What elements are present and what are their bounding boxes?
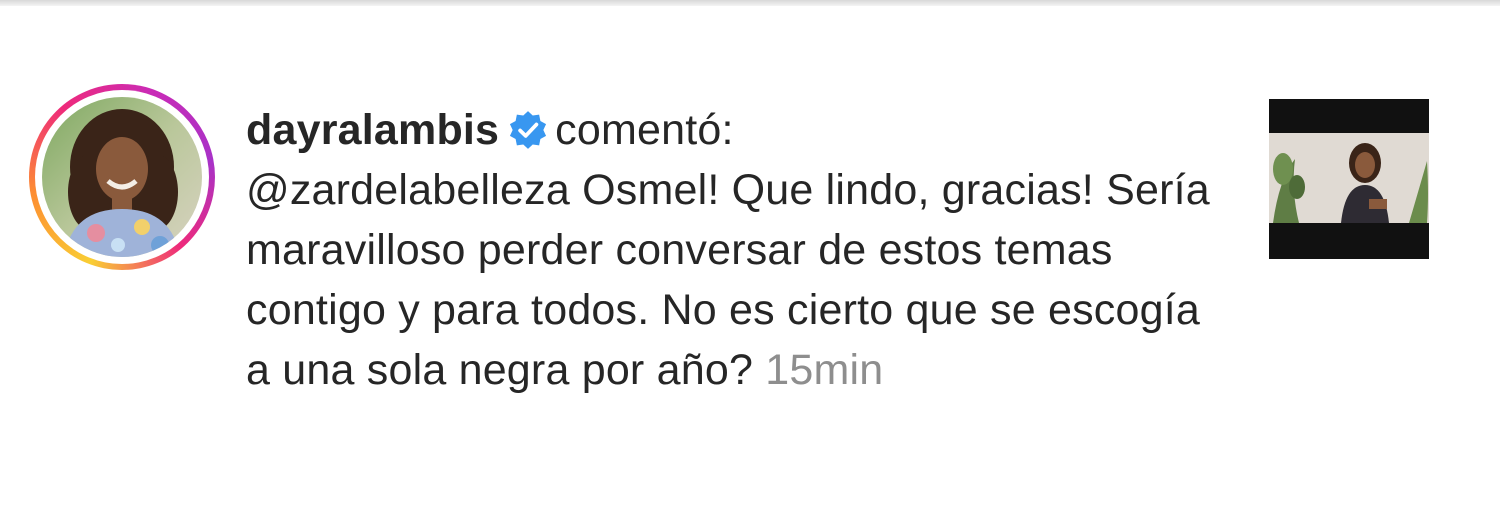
video-preview-icon	[1269, 99, 1429, 259]
timestamp: 15min	[765, 346, 884, 394]
comment-notification[interactable]: dayralambis comentó: @zardelabelleza Osme…	[0, 0, 1500, 515]
avatar	[42, 97, 202, 257]
username-link[interactable]: dayralambis	[246, 106, 499, 154]
post-thumbnail[interactable]	[1269, 99, 1429, 259]
mention-link[interactable]: @zardelabelleza	[246, 166, 570, 214]
comment-text: dayralambis comentó: @zardelabelleza Osme…	[246, 100, 1226, 400]
verified-badge-icon	[510, 111, 547, 149]
story-ring[interactable]	[29, 84, 215, 270]
action-text: comentó:	[555, 106, 734, 154]
